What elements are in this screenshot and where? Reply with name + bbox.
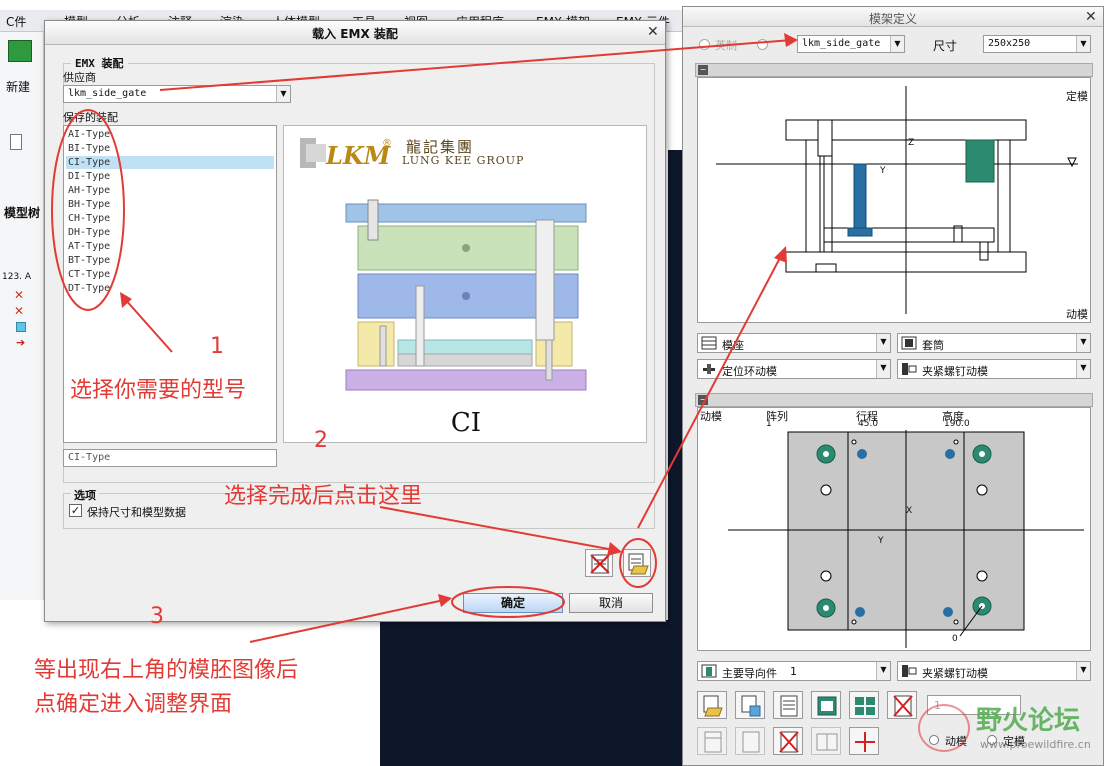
step1-text: 选择你需要的型号: [70, 378, 247, 403]
step1-number: 1: [210, 334, 224, 359]
step2-text: 选择完成后点击这里: [224, 484, 423, 509]
step2-number: 2: [314, 428, 328, 453]
watermark-url: www.proewildfire.cn: [980, 738, 1091, 751]
watermark-logo-icon: [918, 704, 970, 752]
step3-number: 3: [150, 604, 164, 629]
step3-text-line2: 点确定进入调整界面: [34, 692, 233, 717]
step3-text-line1: 等出现右上角的模胚图像后: [34, 658, 299, 683]
watermark-brand: 野火论坛: [976, 706, 1081, 736]
